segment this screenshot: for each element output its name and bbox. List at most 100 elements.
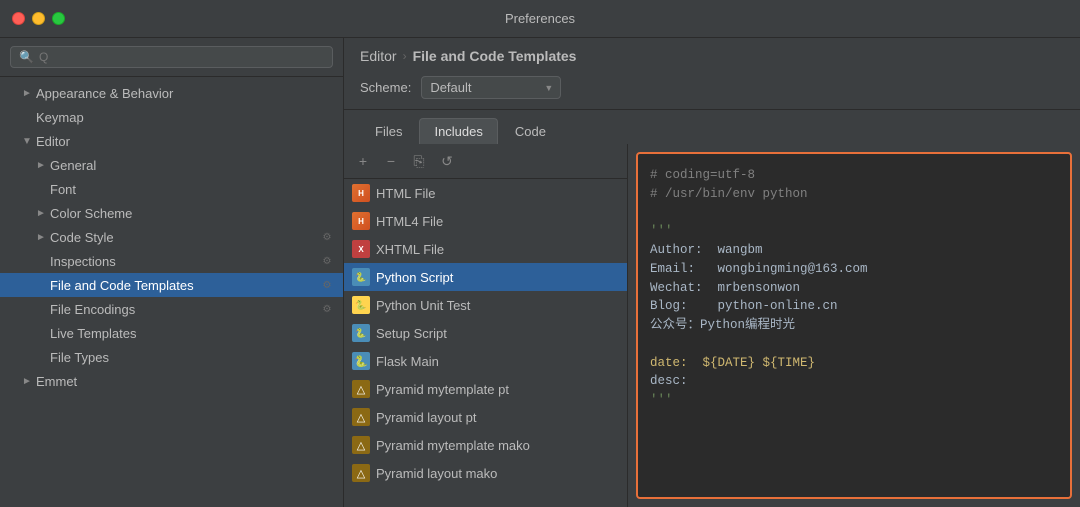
template-item-html-file[interactable]: H HTML File — [344, 179, 627, 207]
main-content: 🔍 Appearance & Behavior Keymap Editor — [0, 38, 1080, 507]
setup-script-icon: 🐍 — [352, 324, 370, 342]
sidebar-nav: Appearance & Behavior Keymap Editor Gene… — [0, 77, 343, 507]
traffic-lights — [12, 12, 65, 25]
breadcrumb-current: File and Code Templates — [413, 48, 577, 64]
sidebar-item-appearance[interactable]: Appearance & Behavior — [0, 81, 343, 105]
sidebar-item-label: File and Code Templates — [50, 278, 319, 293]
search-bar: 🔍 — [0, 38, 343, 77]
template-item-pyramid-layout-pt[interactable]: △ Pyramid layout pt — [344, 403, 627, 431]
sidebar-item-label: General — [50, 158, 335, 173]
sidebar-item-color-scheme[interactable]: Color Scheme — [0, 201, 343, 225]
template-item-flask-main[interactable]: 🐍 Flask Main — [344, 347, 627, 375]
settings-icon: ⚙ — [319, 301, 335, 317]
sidebar-item-emmet[interactable]: Emmet — [0, 369, 343, 393]
scheme-select-wrapper[interactable]: Default Project — [421, 76, 561, 99]
template-item-label: Flask Main — [376, 354, 619, 369]
search-icon: 🔍 — [19, 50, 34, 64]
pyramid-layout-pt-icon: △ — [352, 408, 370, 426]
sidebar-item-label: Code Style — [50, 230, 319, 245]
sidebar-item-font[interactable]: Font — [0, 177, 343, 201]
breadcrumb: Editor › File and Code Templates — [344, 38, 1080, 72]
template-item-python-unit-test[interactable]: 🐍 Python Unit Test — [344, 291, 627, 319]
sidebar-item-label: Inspections — [50, 254, 319, 269]
scheme-select[interactable]: Default Project — [421, 76, 561, 99]
template-item-pyramid-mytemplate-mako[interactable]: △ Pyramid mytemplate mako — [344, 431, 627, 459]
arrow-icon — [36, 232, 50, 243]
html4-file-icon: H — [352, 212, 370, 230]
template-item-label: Pyramid layout mako — [376, 466, 619, 481]
python-script-icon: 🐍 — [352, 268, 370, 286]
add-template-button[interactable]: + — [352, 150, 374, 172]
code-editor[interactable]: # coding=utf-8# /usr/bin/env python '''A… — [636, 152, 1072, 499]
template-item-label: HTML File — [376, 186, 619, 201]
reset-template-button[interactable]: ↺ — [436, 150, 458, 172]
pyramid-mytemplate-mako-icon: △ — [352, 436, 370, 454]
template-item-xhtml-file[interactable]: X XHTML File — [344, 235, 627, 263]
template-item-label: HTML4 File — [376, 214, 619, 229]
sidebar-item-label: Editor — [36, 134, 335, 149]
sidebar-item-editor[interactable]: Editor — [0, 129, 343, 153]
template-item-label: Pyramid mytemplate mako — [376, 438, 619, 453]
tab-includes[interactable]: Includes — [419, 118, 497, 144]
template-item-pyramid-mytemplate-pt[interactable]: △ Pyramid mytemplate pt — [344, 375, 627, 403]
template-item-python-script[interactable]: 🐍 Python Script — [344, 263, 627, 291]
search-input[interactable] — [39, 50, 324, 64]
tab-files[interactable]: Files — [360, 118, 417, 144]
arrow-icon — [22, 88, 36, 99]
template-item-label: Setup Script — [376, 326, 619, 341]
python-unit-test-icon: 🐍 — [352, 296, 370, 314]
template-item-label: Python Unit Test — [376, 298, 619, 313]
template-item-pyramid-layout-mako[interactable]: △ Pyramid layout mako — [344, 459, 627, 487]
template-panel: + − ⎘ ↺ H HTML File H HTML4 File — [344, 144, 1080, 507]
breadcrumb-separator: › — [403, 49, 407, 63]
template-toolbar: + − ⎘ ↺ — [344, 144, 627, 179]
window-title: Preferences — [505, 11, 575, 26]
arrow-icon — [36, 160, 50, 171]
copy-template-button[interactable]: ⎘ — [408, 150, 430, 172]
sidebar: 🔍 Appearance & Behavior Keymap Editor — [0, 38, 344, 507]
scheme-bar: Scheme: Default Project — [344, 72, 1080, 109]
template-list: + − ⎘ ↺ H HTML File H HTML4 File — [344, 144, 628, 507]
sidebar-item-label: Color Scheme — [50, 206, 335, 221]
flask-main-icon: 🐍 — [352, 352, 370, 370]
maximize-button[interactable] — [52, 12, 65, 25]
sidebar-item-file-and-code-templates[interactable]: File and Code Templates ⚙ — [0, 273, 343, 297]
template-list-items: H HTML File H HTML4 File X XHTML File 🐍 … — [344, 179, 627, 507]
html-file-icon: H — [352, 184, 370, 202]
template-item-label: Pyramid mytemplate pt — [376, 382, 619, 397]
minimize-button[interactable] — [32, 12, 45, 25]
sidebar-item-file-encodings[interactable]: File Encodings ⚙ — [0, 297, 343, 321]
sidebar-item-label: Live Templates — [50, 326, 335, 341]
pyramid-layout-mako-icon: △ — [352, 464, 370, 482]
sidebar-item-label: Keymap — [36, 110, 335, 125]
arrow-icon — [36, 208, 50, 219]
settings-icon: ⚙ — [319, 253, 335, 269]
template-item-label: Python Script — [376, 270, 619, 285]
settings-icon: ⚙ — [319, 229, 335, 245]
sidebar-item-label: Emmet — [36, 374, 335, 389]
tab-code[interactable]: Code — [500, 118, 561, 144]
template-item-html4-file[interactable]: H HTML4 File — [344, 207, 627, 235]
sidebar-item-code-style[interactable]: Code Style ⚙ — [0, 225, 343, 249]
scheme-label: Scheme: — [360, 80, 411, 95]
sidebar-item-label: File Types — [50, 350, 335, 365]
sidebar-item-general[interactable]: General — [0, 153, 343, 177]
sidebar-item-label: Font — [50, 182, 335, 197]
search-wrapper[interactable]: 🔍 — [10, 46, 333, 68]
sidebar-item-file-types[interactable]: File Types — [0, 345, 343, 369]
template-item-label: Pyramid layout pt — [376, 410, 619, 425]
sidebar-item-keymap[interactable]: Keymap — [0, 105, 343, 129]
template-item-setup-script[interactable]: 🐍 Setup Script — [344, 319, 627, 347]
sidebar-item-live-templates[interactable]: Live Templates — [0, 321, 343, 345]
sidebar-item-label: Appearance & Behavior — [36, 86, 335, 101]
title-bar: Preferences — [0, 0, 1080, 38]
breadcrumb-parent: Editor — [360, 48, 397, 64]
remove-template-button[interactable]: − — [380, 150, 402, 172]
sidebar-item-inspections[interactable]: Inspections ⚙ — [0, 249, 343, 273]
sidebar-item-label: File Encodings — [50, 302, 319, 317]
settings-icon: ⚙ — [319, 277, 335, 293]
close-button[interactable] — [12, 12, 25, 25]
pyramid-mytemplate-pt-icon: △ — [352, 380, 370, 398]
arrow-icon — [22, 376, 36, 387]
right-panel: Editor › File and Code Templates Scheme:… — [344, 38, 1080, 507]
